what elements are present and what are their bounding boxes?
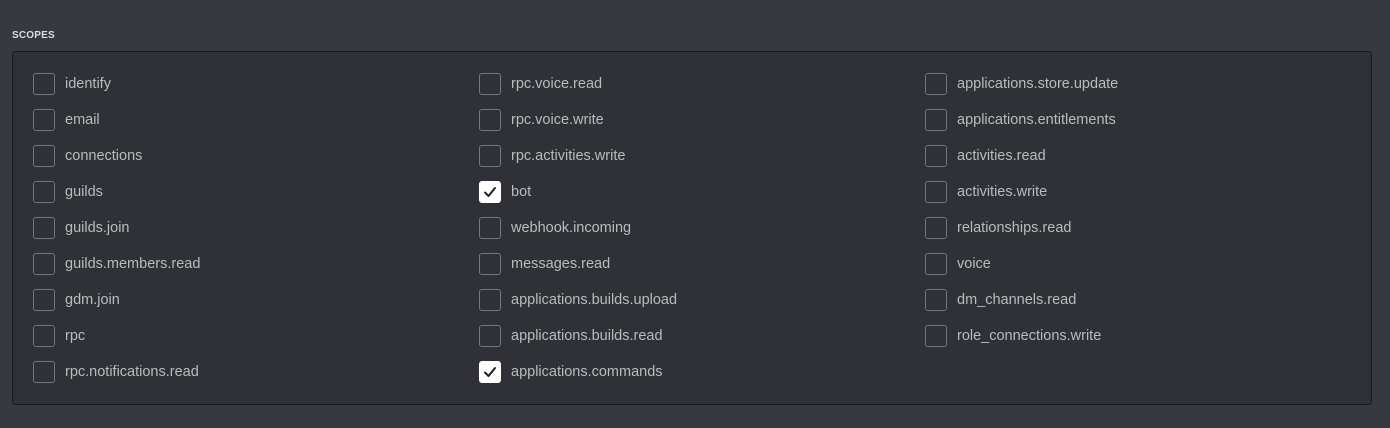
scope-checkbox[interactable] [925,109,947,131]
scope-label: email [65,112,100,128]
scope-label: activities.write [957,184,1048,200]
scope-checkbox[interactable] [33,181,55,203]
scope-checkbox[interactable] [33,109,55,131]
scope-option[interactable]: connections [33,144,200,168]
scope-checkbox[interactable] [925,289,947,311]
scope-checkbox[interactable] [33,217,55,239]
checkmark-icon [484,367,496,377]
scope-checkbox[interactable] [33,325,55,347]
scopes-column-1: identify email connections guilds guilds.joi… [33,72,200,396]
scope-checkbox[interactable] [925,73,947,95]
scope-option[interactable]: applications.builds.upload [479,288,677,312]
scope-option[interactable]: dm_channels.read [925,288,1118,312]
scope-option[interactable]: webhook.incoming [479,216,677,240]
scope-checkbox[interactable] [33,361,55,383]
scope-checkbox[interactable] [479,253,501,275]
scope-label: applications.builds.read [511,328,663,344]
scope-label: applications.entitlements [957,112,1116,128]
scope-checkbox[interactable] [479,289,501,311]
scope-checkbox[interactable] [479,73,501,95]
scope-option[interactable]: messages.read [479,252,677,276]
scope-option[interactable]: guilds.join [33,216,200,240]
scope-label: applications.store.update [957,76,1119,92]
scope-label: applications.builds.upload [511,292,678,308]
scope-option[interactable]: activities.write [925,180,1118,204]
scope-label: applications.commands [511,364,663,380]
scope-checkbox[interactable] [479,109,501,131]
scope-label: dm_channels.read [957,292,1077,308]
scope-option[interactable]: activities.read [925,144,1118,168]
scope-option[interactable]: applications.commands [479,360,677,384]
scope-label: connections [65,148,143,164]
scope-checkbox[interactable] [33,145,55,167]
scope-label: rpc.activities.write [511,148,626,164]
scope-label: voice [957,256,991,272]
scope-label: relationships.read [957,220,1072,236]
scopes-column-3: applications.store.update applications.en… [925,72,1118,360]
scope-checkbox[interactable] [479,145,501,167]
scopes-panel: identify email connections guilds guilds.joi… [12,51,1372,405]
scope-label: webhook.incoming [511,220,632,236]
scope-checkbox[interactable] [33,253,55,275]
scope-option[interactable]: rpc.voice.write [479,108,677,132]
scope-label: rpc.voice.read [511,76,603,92]
scope-checkbox[interactable] [925,181,947,203]
scopes-section-title: SCOPES [12,30,55,41]
scope-option[interactable]: voice [925,252,1118,276]
scope-option[interactable]: email [33,108,200,132]
scope-label: identify [65,76,111,92]
scopes-column-2: rpc.voice.read rpc.voice.write rpc.activit… [479,72,677,396]
scope-checkbox[interactable] [33,289,55,311]
scope-option[interactable]: rpc.voice.read [479,72,677,96]
scope-label: guilds.join [65,220,130,236]
scope-checkbox[interactable] [925,253,947,275]
scope-label: activities.read [957,148,1046,164]
scope-option[interactable]: gdm.join [33,288,200,312]
scope-option[interactable]: rpc.activities.write [479,144,677,168]
scope-option[interactable]: relationships.read [925,216,1118,240]
scope-option[interactable]: applications.entitlements [925,108,1118,132]
scope-label: rpc.notifications.read [65,364,199,380]
scope-option[interactable]: applications.store.update [925,72,1118,96]
scope-option[interactable]: role_connections.write [925,324,1118,348]
scope-label: guilds [65,184,103,200]
scope-label: role_connections.write [957,328,1102,344]
scope-label: messages.read [511,256,611,272]
scope-checkbox-checked[interactable] [479,181,501,203]
scope-checkbox[interactable] [925,217,947,239]
scope-label: rpc.voice.write [511,112,604,128]
scope-option[interactable]: rpc.notifications.read [33,360,200,384]
scope-option[interactable]: applications.builds.read [479,324,677,348]
scope-checkbox[interactable] [925,145,947,167]
scope-checkbox[interactable] [925,325,947,347]
scope-label: guilds.members.read [65,256,201,272]
scope-checkbox-checked[interactable] [479,361,501,383]
scope-label: gdm.join [65,292,120,308]
scope-label: rpc [65,328,86,344]
scope-option[interactable]: rpc [33,324,200,348]
scope-checkbox[interactable] [479,325,501,347]
checkmark-icon [484,187,496,197]
scope-checkbox[interactable] [479,217,501,239]
scope-label: bot [511,184,532,200]
scope-option[interactable]: guilds.members.read [33,252,200,276]
scope-checkbox[interactable] [33,73,55,95]
scope-option[interactable]: bot [479,180,677,204]
scope-option[interactable]: guilds [33,180,200,204]
scope-option[interactable]: identify [33,72,200,96]
